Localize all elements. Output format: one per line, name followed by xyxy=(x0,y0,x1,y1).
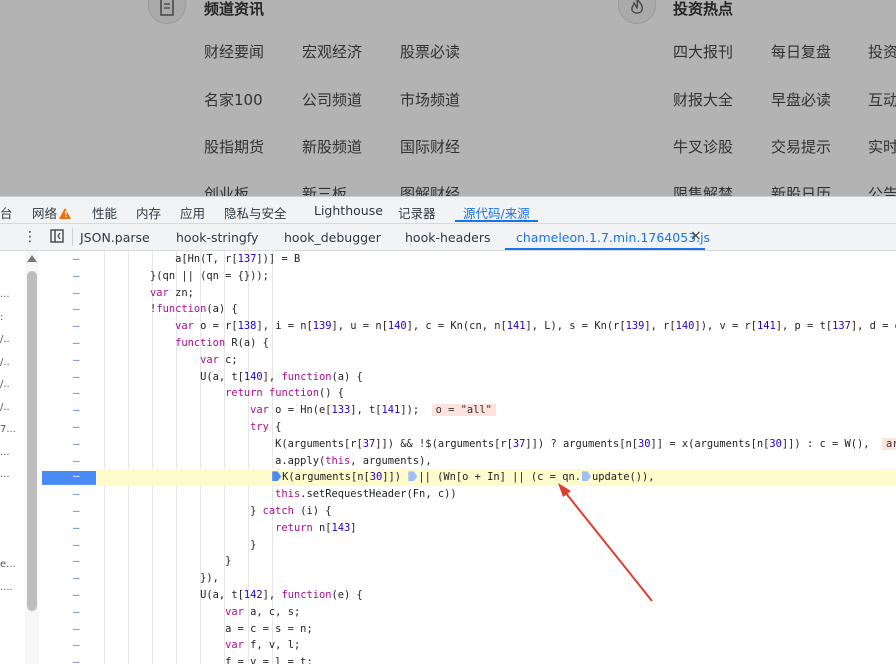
more-icon[interactable]: ⋮ xyxy=(23,229,37,245)
fire-icon xyxy=(618,0,656,24)
channel-link[interactable]: 创业板 xyxy=(204,183,249,196)
channel-link[interactable]: 名家100 xyxy=(204,89,263,110)
hot-link[interactable]: 每日复盘 xyxy=(771,41,831,62)
hot-link[interactable]: 投资 xyxy=(868,41,896,62)
hot-link[interactable]: 四大报刊 xyxy=(673,41,733,62)
web-page-area: 频道资讯 财经要闻 宏观经济 股票必读 名家100 公司频道 市场频道 股指期货… xyxy=(0,0,896,196)
hot-link[interactable]: 公告 xyxy=(868,183,896,196)
file-tab-hook-headers[interactable]: hook-headers xyxy=(405,230,491,245)
active-file-indicator xyxy=(505,248,705,250)
active-tab-indicator xyxy=(455,220,538,222)
channel-link[interactable]: 图解财经 xyxy=(400,183,460,196)
tab-application[interactable]: 应用 xyxy=(180,203,205,222)
channel-link[interactable]: 股票必读 xyxy=(400,41,460,62)
hot-link[interactable]: 财报大全 xyxy=(673,89,733,110)
annotation-arrow-head xyxy=(558,483,571,497)
file-tab-chameleon[interactable]: chameleon.1.7.min.1764053.js xyxy=(516,230,710,245)
section-title-investment-hot: 投资热点 xyxy=(673,0,734,18)
tab-performance[interactable]: 性能 xyxy=(92,203,117,222)
tab-recorder[interactable]: 记录器 xyxy=(398,203,436,222)
warning-icon: ! xyxy=(59,208,72,219)
annotation-arrow xyxy=(558,483,653,602)
channel-link[interactable]: 财经要闻 xyxy=(204,41,264,62)
devtools-main-tabbar: 台 网络! 性能 内存 应用 隐私与安全 Lighthouse 记录器 源代码/… xyxy=(0,197,896,224)
channel-link[interactable]: 新三板 xyxy=(302,183,347,196)
hot-link[interactable]: 牛叉诊股 xyxy=(673,136,733,157)
section-title-channel-news: 频道资讯 xyxy=(204,0,265,18)
file-tab-hook-debugger[interactable]: hook_debugger xyxy=(284,230,381,245)
channel-link[interactable]: 国际财经 xyxy=(400,136,460,157)
tab-network[interactable]: 网络! xyxy=(32,203,72,222)
tab-network-label: 网络 xyxy=(32,206,58,221)
close-icon[interactable]: × xyxy=(690,228,702,244)
file-tab-json-parse[interactable]: JSON.parse xyxy=(80,230,150,245)
tab-lighthouse[interactable]: Lighthouse xyxy=(314,203,383,218)
hot-link[interactable]: 限售解禁 xyxy=(673,183,733,196)
devtools-panel: 台 网络! 性能 内存 应用 隐私与安全 Lighthouse 记录器 源代码/… xyxy=(0,196,896,664)
channel-link[interactable]: 股指期货 xyxy=(204,136,264,157)
hot-link[interactable]: 早盘必读 xyxy=(771,89,831,110)
channel-link[interactable]: 公司频道 xyxy=(302,89,362,110)
panel-toggle-icon[interactable] xyxy=(50,229,64,246)
channel-link[interactable]: 宏观经济 xyxy=(302,41,362,62)
hot-link[interactable]: 互动 xyxy=(868,89,896,110)
tab-memory[interactable]: 内存 xyxy=(136,203,161,222)
hot-link[interactable]: 交易提示 xyxy=(771,136,831,157)
file-tab-hook-stringfy[interactable]: hook-stringfy xyxy=(176,230,258,245)
annotation-arrow-line xyxy=(560,486,653,602)
channel-link[interactable]: 新股频道 xyxy=(302,136,362,157)
tab-privacy-security[interactable]: 隐私与安全 xyxy=(224,203,287,222)
tab-console[interactable]: 台 xyxy=(0,203,13,222)
hot-link[interactable]: 新股日历 xyxy=(771,183,831,196)
editor-file-tabbar: ⋮ JSON.parse hook-stringfy hook_debugger… xyxy=(0,224,896,251)
code-editor[interactable]: ...:/../../../.. 7......... e....... – – – – –… xyxy=(0,251,896,664)
separator xyxy=(72,228,73,246)
hot-link[interactable]: 实时 xyxy=(868,136,896,157)
channel-link[interactable]: 市场频道 xyxy=(400,89,460,110)
document-icon xyxy=(148,0,186,24)
